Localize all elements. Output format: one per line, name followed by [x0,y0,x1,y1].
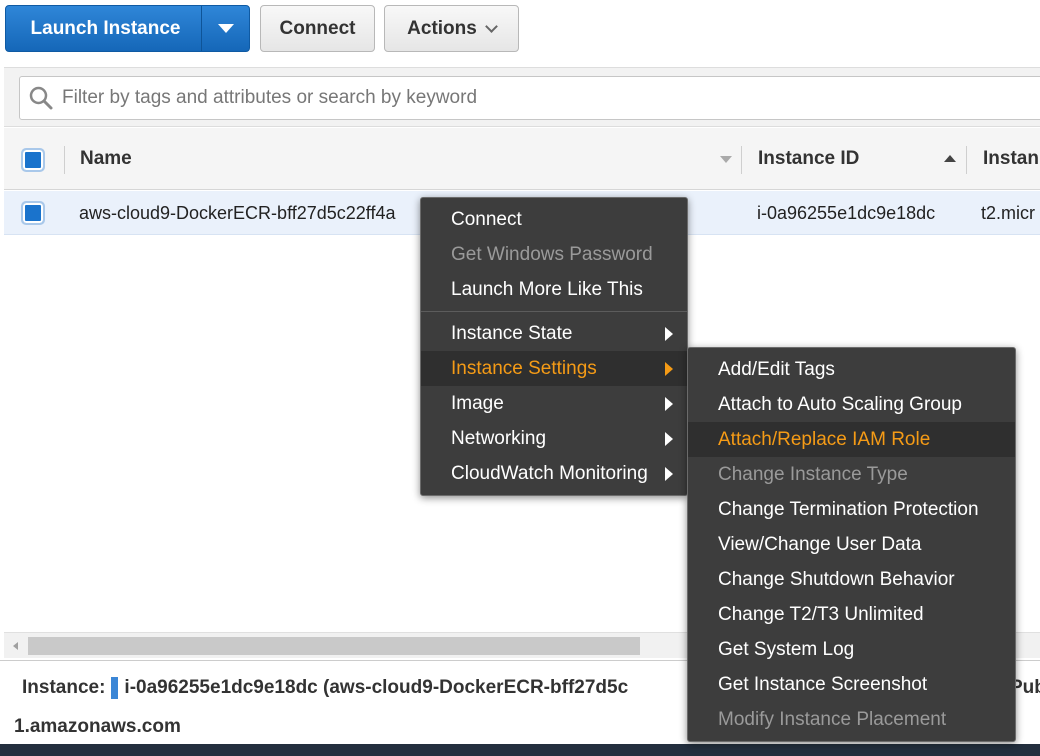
menu-item-label: Connect [451,208,522,230]
menu-item-label: Get System Log [718,638,855,660]
menu-item-label: Add/Edit Tags [718,358,835,380]
menu-item-instance-settings[interactable]: Instance Settings [421,351,687,386]
actions-button-label: Actions [407,17,477,39]
menu-item-label: Change T2/T3 Unlimited [718,603,924,625]
menu-item-get-windows-password: Get Windows Password [421,237,687,272]
cell-instance-id: i-0a96255e1dc9e18dc [757,202,936,223]
search-input[interactable]: Filter by tags and attributes or search … [19,76,1040,120]
chevron-right-icon [665,467,673,481]
details-prefix: Instance: [22,677,106,698]
menu-item-label: CloudWatch Monitoring [451,462,648,484]
search-icon [29,86,53,110]
sort-ascending-icon[interactable] [944,155,956,162]
menu-item-connect[interactable]: Connect [421,202,687,237]
scroll-left-icon[interactable] [13,642,18,650]
menu-item-label: Attach/Replace IAM Role [718,428,931,450]
menu-item-label: View/Change User Data [718,533,922,555]
menu-item-label: Change Shutdown Behavior [718,568,955,590]
menu-item-attach-replace-iam-role[interactable]: Attach/Replace IAM Role [688,422,1015,457]
filter-bar: Filter by tags and attributes or search … [4,67,1040,127]
sort-caret-icon[interactable] [720,156,732,163]
scrollbar-thumb[interactable] [28,637,640,655]
menu-item-change-instance-type: Change Instance Type [688,457,1015,492]
details-summary: i-0a96255e1dc9e18dc (aws-cloud9-DockerEC… [124,677,629,698]
menu-item-label: Get Instance Screenshot [718,673,928,695]
chevron-right-icon [665,327,673,341]
menu-item-get-system-log[interactable]: Get System Log [688,632,1015,667]
menu-item-change-shutdown-behavior[interactable]: Change Shutdown Behavior [688,562,1015,597]
menu-item-label: Networking [451,427,547,449]
column-divider [741,146,742,174]
menu-item-label: Launch More Like This [451,278,643,300]
toolbar: Launch Instance Connect Actions [0,0,1040,60]
menu-item-get-instance-screenshot[interactable]: Get Instance Screenshot [688,667,1015,702]
cell-instance-type: t2.micr [981,202,1035,223]
menu-item-label: Get Windows Password [451,243,653,265]
menu-item-attach-auto-scaling-group[interactable]: Attach to Auto Scaling Group [688,387,1015,422]
search-placeholder: Filter by tags and attributes or search … [62,87,478,108]
launch-instance-button[interactable]: Launch Instance [5,5,250,52]
menu-item-instance-state[interactable]: Instance State [421,316,687,351]
select-all-checkbox[interactable] [21,148,45,172]
instance-marker [111,677,119,699]
connect-button-label: Connect [279,17,356,39]
chevron-right-icon [665,432,673,446]
connect-button[interactable]: Connect [260,5,375,52]
column-divider [966,146,967,174]
caret-down-icon [217,24,234,33]
instance-settings-submenu: Add/Edit Tags Attach to Auto Scaling Gro… [687,347,1016,742]
context-menu: Connect Get Windows Password Launch More… [420,197,688,496]
table-header: Name Instance ID Instan [4,128,1040,190]
chevron-right-icon [665,362,673,376]
chevron-down-icon [484,20,498,33]
menu-item-modify-instance-placement: Modify Instance Placement [688,702,1015,737]
footer-bar [0,744,1040,756]
launch-instance-label[interactable]: Launch Instance [6,6,201,51]
menu-item-launch-more-like-this[interactable]: Launch More Like This [421,272,687,307]
menu-item-label: Attach to Auto Scaling Group [718,393,962,415]
column-header-instance-id[interactable]: Instance ID [758,128,859,190]
column-divider [64,146,65,174]
cell-name: aws-cloud9-DockerECR-bff27d5c22ff4a [79,202,396,223]
menu-item-change-termination-protection[interactable]: Change Termination Protection [688,492,1015,527]
menu-item-label: Change Termination Protection [718,498,979,520]
launch-dropdown-toggle[interactable] [201,6,249,51]
menu-item-add-edit-tags[interactable]: Add/Edit Tags [688,352,1015,387]
menu-item-label: Instance Settings [451,357,597,379]
details-instance-line: Instance: i-0a96255e1dc9e18dc (aws-cloud… [22,677,628,699]
menu-item-networking[interactable]: Networking [421,421,687,456]
column-header-name[interactable]: Name [80,128,132,190]
menu-item-change-t2-t3-unlimited[interactable]: Change T2/T3 Unlimited [688,597,1015,632]
row-checkbox[interactable] [21,201,45,225]
menu-item-image[interactable]: Image [421,386,687,421]
menu-divider [421,311,687,312]
actions-button[interactable]: Actions [384,5,519,52]
menu-item-label: Image [451,392,504,414]
chevron-right-icon [665,397,673,411]
details-dns-line: 1.amazonaws.com [14,716,181,737]
menu-item-label: Modify Instance Placement [718,708,947,730]
menu-item-label: Instance State [451,322,573,344]
menu-item-cloudwatch-monitoring[interactable]: CloudWatch Monitoring [421,456,687,491]
menu-item-label: Change Instance Type [718,463,908,485]
menu-item-view-change-user-data[interactable]: View/Change User Data [688,527,1015,562]
column-header-instance-type[interactable]: Instan [983,128,1039,190]
